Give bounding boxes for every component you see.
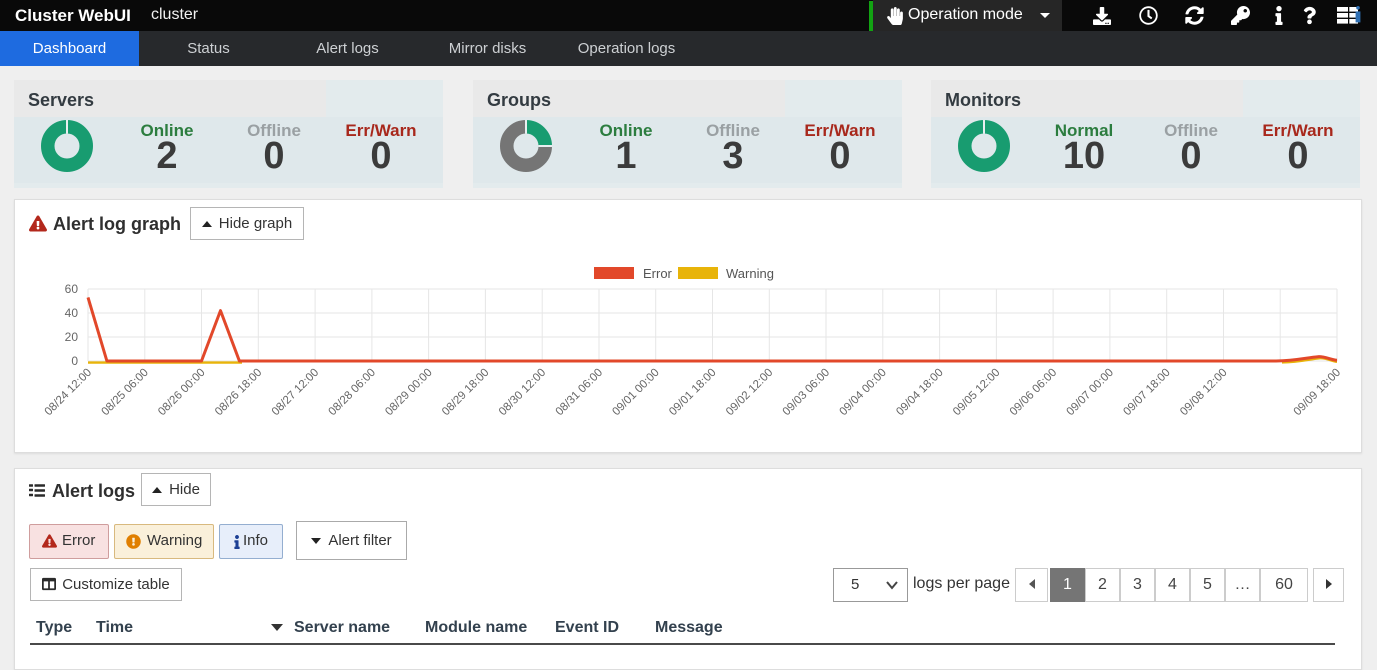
- svg-text:60: 60: [65, 282, 79, 296]
- svg-text:08/28 06:00: 08/28 06:00: [327, 367, 378, 418]
- svg-text:09/06 06:00: 09/06 06:00: [1008, 367, 1059, 418]
- svg-text:09/04 18:00: 09/04 18:00: [894, 367, 945, 418]
- svg-text:09/09 18:00: 09/09 18:00: [1292, 367, 1343, 418]
- svg-text:Error: Error: [643, 266, 673, 281]
- svg-text:08/29 18:00: 08/29 18:00: [440, 367, 491, 418]
- svg-text:09/07 00:00: 09/07 00:00: [1065, 367, 1116, 418]
- svg-text:08/31 06:00: 08/31 06:00: [554, 367, 605, 418]
- svg-text:09/07 18:00: 09/07 18:00: [1121, 367, 1172, 418]
- svg-text:Warning: Warning: [726, 266, 774, 281]
- svg-text:09/04 00:00: 09/04 00:00: [837, 367, 888, 418]
- svg-text:08/27 12:00: 08/27 12:00: [270, 367, 321, 418]
- svg-text:40: 40: [65, 306, 79, 320]
- svg-text:09/02 12:00: 09/02 12:00: [724, 367, 775, 418]
- svg-text:08/26 18:00: 08/26 18:00: [213, 367, 264, 418]
- svg-text:09/05 12:00: 09/05 12:00: [951, 367, 1002, 418]
- svg-text:20: 20: [65, 330, 79, 344]
- svg-text:0: 0: [71, 354, 78, 368]
- svg-text:09/03 06:00: 09/03 06:00: [781, 367, 832, 418]
- svg-text:08/30 12:00: 08/30 12:00: [497, 367, 548, 418]
- svg-text:08/26 00:00: 08/26 00:00: [156, 367, 207, 418]
- svg-text:08/29 00:00: 08/29 00:00: [383, 367, 434, 418]
- svg-text:09/01 18:00: 09/01 18:00: [667, 367, 718, 418]
- svg-text:09/08 12:00: 09/08 12:00: [1178, 367, 1229, 418]
- svg-text:08/25 06:00: 08/25 06:00: [99, 367, 150, 418]
- svg-text:09/01 00:00: 09/01 00:00: [610, 367, 661, 418]
- svg-text:08/24 12:00: 08/24 12:00: [43, 367, 94, 418]
